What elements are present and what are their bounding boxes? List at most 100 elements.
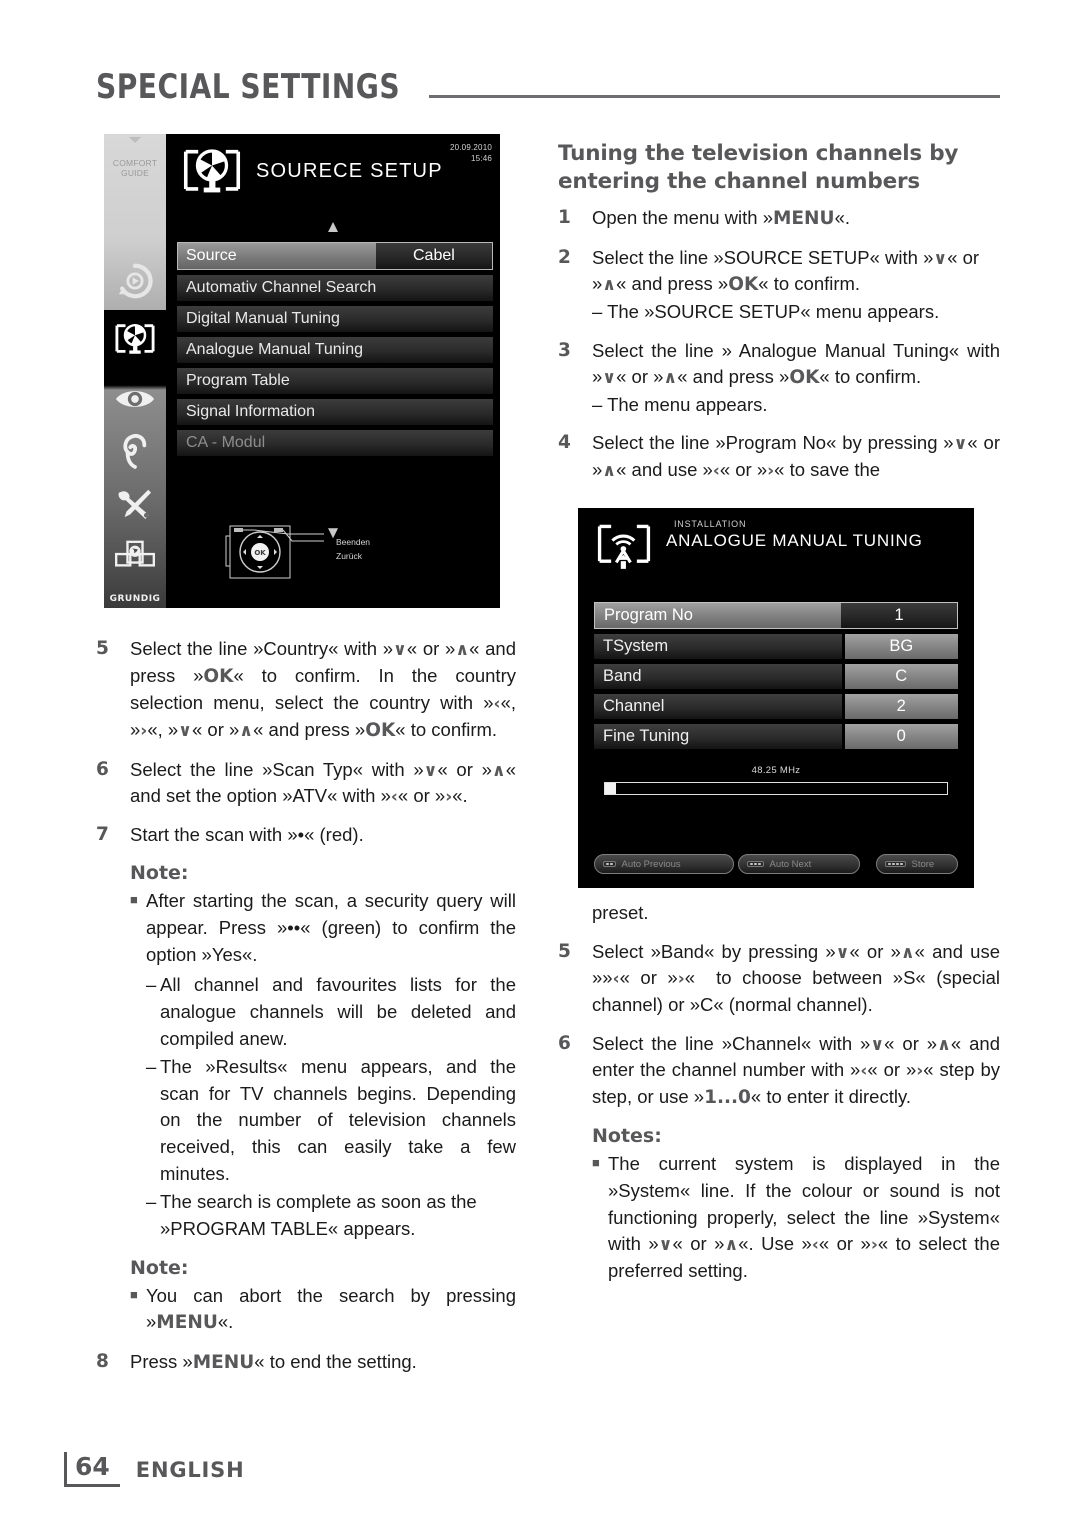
step-6: 6 Select the line »Scan Typ« with »∨« or… (96, 757, 516, 810)
notes-title: Notes: (592, 1125, 662, 1148)
setting-row-tsystem[interactable]: TSystem BG (594, 634, 958, 659)
sidebar-icon-source-setup[interactable] (104, 310, 166, 368)
setting-value: BG (844, 634, 958, 659)
step-number: 3 (558, 339, 571, 361)
remote-control-diagram: OK Beenden Zurück (224, 522, 374, 588)
note-text: The »Results« menu appears, and the scan… (160, 1056, 516, 1184)
note-text: The search is complete as soon as the »P… (160, 1191, 477, 1239)
step-6-right: 6 Select the line »Channel« with »∨« or … (558, 1031, 1000, 1112)
right-text-column-bottom: preset. 5 Select »Band« by pressing »∨« … (558, 900, 1000, 1289)
step-text: Open the menu with »MENU«. (592, 207, 850, 230)
scroll-up-caret-icon[interactable]: ▲ (325, 218, 342, 235)
tv-screenshot-analogue-manual-tuning: INSTALLATION ANALOGUE MANUAL TUNING Prog… (578, 508, 974, 888)
step-text: Select the line »Program No« by pressing… (592, 432, 1000, 482)
tv2-menu-title: ANALOGUE MANUAL TUNING (666, 531, 923, 550)
setting-value: C (844, 664, 958, 689)
page-number-box: 64 (64, 1452, 120, 1487)
dash-icon: – (146, 974, 157, 996)
step-number: 7 (96, 823, 109, 845)
brand-logo: GRUNDIG (109, 594, 161, 604)
satellite-dish-tv-icon (115, 323, 155, 354)
bullet-square-icon: ■ (130, 892, 138, 908)
step-text: Select »Band« by pressing »∨« or »∧« and… (592, 940, 1001, 1015)
two-dots-icon (603, 860, 616, 868)
tv-sidebar: COMFORT GUIDE GRUNDIG (104, 134, 166, 608)
setting-label: Channel (594, 694, 842, 719)
dash-icon: – (146, 1191, 157, 1213)
tv-main-panel: SOURECE SETUP 20.09.2010 15:46 ▲ Source … (166, 134, 500, 608)
setting-row-band[interactable]: Band C (594, 664, 958, 689)
step-text: Select the line » Analogue Manual Tuning… (592, 339, 1000, 415)
store-button[interactable]: Store (876, 854, 958, 874)
menu-item-value: Cabel (375, 243, 492, 269)
section-heading: Tuning the television channels by enteri… (558, 141, 959, 194)
dash-icon: – (146, 1056, 157, 1078)
step-2: 2 Select the line »SOURCE SETUP« with »∨… (558, 245, 1000, 326)
step-text: Select the line »Country« with »∨« or »∧… (130, 638, 516, 741)
setting-row-fine-tuning[interactable]: Fine Tuning 0 (594, 724, 958, 749)
remote-hint-zurueck: Zurück (336, 550, 362, 561)
tuning-slider-knob[interactable] (605, 783, 616, 794)
step-text: Select the line »Scan Typ« with »∨« or »… (130, 758, 516, 808)
note-text: All channel and favourites lists for the… (160, 974, 516, 1049)
menu-item-label: CA - Modul (186, 434, 266, 451)
menu-item-source[interactable]: Source Cabel (177, 242, 493, 270)
setting-row-channel[interactable]: Channel 2 (594, 694, 958, 719)
tools-wrench-screwdriver-icon (118, 489, 152, 520)
page-title: SPECIAL SETTINGS (96, 67, 401, 107)
note-text: The current system is displayed in the »… (608, 1153, 1000, 1281)
remote-hint-labels: Beenden Zurück (336, 536, 370, 563)
setting-value: 0 (844, 724, 958, 749)
sidebar-icon-picture[interactable] (104, 370, 166, 428)
menu-item-signal-information[interactable]: Signal Information (177, 399, 493, 425)
auto-previous-button[interactable]: Auto Previous (594, 854, 734, 874)
tuning-slider[interactable] (604, 782, 948, 795)
button-label: Auto Previous (621, 858, 681, 870)
step-number: 5 (96, 638, 109, 659)
sidebar-icon-sound[interactable] (104, 422, 166, 480)
note-text: You can abort the search by pressing »ME… (146, 1284, 516, 1334)
three-dots-icon (747, 860, 764, 868)
tv2-settings-list: Program No 1 TSystem BG Band C Channel 2… (594, 602, 958, 754)
sidebar-icon-playback[interactable] (104, 252, 166, 310)
setting-row-program-no[interactable]: Program No 1 (594, 602, 958, 629)
note-bullet-1: ■ After starting the scan, a security qu… (130, 888, 516, 968)
step-5: 5 Select the line »Country« with »∨« or … (96, 636, 516, 745)
page-footer: 64 ENGLISH (64, 1452, 244, 1487)
tv-menu-list: Source Cabel Automativ Channel Search Di… (177, 242, 493, 461)
menu-item-label: Analogue Manual Tuning (186, 341, 364, 358)
tv2-title-group: INSTALLATION ANALOGUE MANUAL TUNING (666, 520, 923, 550)
eye-icon (115, 391, 155, 407)
note-dash-2: – The »Results« menu appears, and the sc… (146, 1054, 516, 1187)
bullet-square-icon: ■ (592, 1155, 600, 1171)
step-text: Press »MENU« to end the setting. (130, 1350, 417, 1373)
button-label: Auto Next (769, 858, 812, 870)
note-dash-1: – All channel and favourites lists for t… (146, 972, 516, 1052)
header-rule (428, 95, 1000, 98)
menu-item-automatic-channel-search[interactable]: Automativ Channel Search (177, 275, 493, 301)
step-number: 6 (558, 1032, 571, 1054)
step-3: 3 Select the line » Analogue Manual Tuni… (558, 338, 1000, 419)
step-1: 1 Open the menu with »MENU«. (558, 205, 1000, 233)
note-text: After starting the scan, a security quer… (146, 890, 516, 965)
menu-item-program-table[interactable]: Program Table (177, 368, 493, 394)
left-text-column: 5 Select the line »Country« with »∨« or … (96, 636, 516, 1388)
footer-language: ENGLISH (135, 1457, 245, 1482)
comfort-guide-label: COMFORT GUIDE (112, 158, 158, 178)
step-text: Select the line »SOURCE SETUP« with »∨« … (592, 246, 980, 322)
caret-down-icon (129, 137, 141, 143)
menu-item-analogue-manual-tuning[interactable]: Analogue Manual Tuning (177, 337, 493, 363)
remote-hint-beenden: Beenden (336, 537, 371, 547)
tv-datetime: 20.09.2010 15:46 (450, 143, 492, 165)
menu-item-digital-manual-tuning[interactable]: Digital Manual Tuning (177, 306, 493, 332)
sidebar-icon-language[interactable] (104, 526, 166, 584)
auto-next-button[interactable]: Auto Next (738, 854, 860, 874)
step-number: 1 (558, 207, 571, 229)
circular-play-icon (118, 263, 153, 299)
page-header: SPECIAL SETTINGS (96, 58, 1000, 104)
satellite-dish-tv-icon (183, 149, 241, 193)
sidebar-icon-settings[interactable] (104, 474, 166, 532)
frequency-readout: 48.25 MHz (751, 765, 801, 776)
note-bullet-system: ■ The current system is displayed in the… (592, 1151, 1000, 1284)
step-number: 2 (558, 246, 571, 268)
